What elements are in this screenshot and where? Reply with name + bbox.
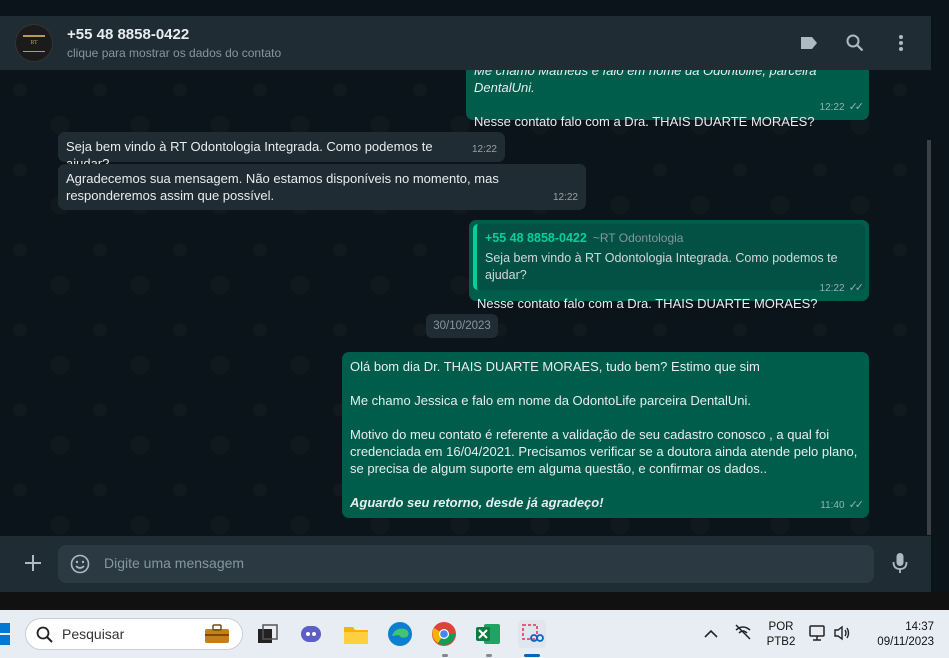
quoted-text: Seja bem vindo à RT Odontologia Integrad…	[485, 251, 838, 282]
file-explorer-icon[interactable]	[342, 620, 370, 648]
speaker-icon[interactable]	[833, 625, 851, 646]
snipping-tool-icon[interactable]	[518, 620, 546, 648]
window-top-strip	[0, 0, 949, 16]
message-time: 12:22 ✓✓	[819, 99, 865, 116]
search-icon[interactable]	[845, 33, 865, 53]
message-outgoing-reply[interactable]: +55 48 8858-0422 ~RT Odontologia Seja bem…	[469, 220, 869, 311]
teams-icon[interactable]	[298, 620, 326, 648]
double-check-icon: ✓✓	[848, 282, 865, 294]
date-separator: 30/10/2023	[426, 314, 498, 338]
message-incoming[interactable]: Agradecemos sua mensagem. Não estamos di…	[58, 164, 586, 210]
clock-time: 14:37	[905, 621, 934, 633]
taskbar-search[interactable]: Pesquisar	[25, 618, 243, 650]
time-text: 11:40	[820, 500, 845, 511]
message-time: 12:22 ✓✓	[819, 280, 865, 297]
scroll-track	[931, 70, 949, 536]
window-bottom-edge	[0, 592, 949, 610]
message-input[interactable]: Digite uma mensagem	[58, 545, 874, 583]
message-text-line: Nesse contato falo com a Dra. THAIS DUAR…	[474, 114, 815, 129]
network-offline-icon[interactable]	[734, 624, 752, 645]
keyboard-layout: PTB2	[766, 636, 796, 648]
quoted-author: +55 48 8858-0422	[485, 231, 587, 245]
header-actions	[799, 16, 911, 70]
double-check-icon: ✓✓	[848, 499, 865, 511]
message-time: 11:40 ✓✓	[820, 497, 865, 514]
message-paragraph: Motivo do meu contato é referente a vali…	[350, 427, 858, 476]
emoji-icon[interactable]	[70, 554, 90, 574]
message-composer: Digite uma mensagem	[0, 536, 931, 592]
chat-header[interactable]: RT +55 48 8858-0422 clique para mostrar …	[0, 16, 931, 70]
clock-date: 09/11/2023	[877, 636, 934, 648]
taskbar: Pesquisar POR PTB2 14:37 09/11/2023	[0, 610, 949, 658]
message-time: 12:22	[552, 192, 578, 203]
search-icon	[36, 626, 53, 648]
contact-name[interactable]: +55 48 8858-0422	[67, 26, 281, 43]
composer-edge	[931, 536, 949, 592]
chrome-icon[interactable]	[430, 620, 458, 648]
edge-icon[interactable]	[386, 620, 414, 648]
message-outgoing[interactable]: Olá bom dia Dr. THAIS DUARTE MORAES, tud…	[342, 352, 869, 518]
message-paragraph: Olá bom dia Dr. THAIS DUARTE MORAES, tud…	[350, 359, 760, 374]
scrollbar[interactable]	[927, 140, 931, 535]
message-incoming[interactable]: Seja bem vindo à RT Odontologia Integrad…	[58, 132, 505, 171]
chat-area[interactable]: Me chamo Matheus e falo em nome da Odont…	[0, 70, 931, 536]
quoted-message[interactable]: +55 48 8858-0422 ~RT Odontologia Seja bem…	[473, 224, 865, 290]
microphone-icon[interactable]	[890, 551, 910, 575]
excel-icon[interactable]	[474, 620, 502, 648]
time-text: 12:22	[819, 102, 845, 113]
attach-plus-icon[interactable]	[22, 552, 44, 574]
message-placeholder: Digite uma mensagem	[104, 555, 245, 571]
message-text-line: Me chamo Matheus e falo em nome da Odont…	[474, 70, 817, 95]
menu-icon[interactable]	[891, 33, 911, 53]
message-paragraph: Me chamo Jessica e falo em nome da Odont…	[350, 393, 752, 408]
message-text: Nesse contato falo com a Dra. THAIS DUAR…	[477, 296, 818, 311]
quoted-group: ~RT Odontologia	[592, 231, 684, 245]
message-outgoing[interactable]: Me chamo Matheus e falo em nome da Odont…	[466, 70, 869, 129]
contact-subtitle[interactable]: clique para mostrar os dados do contato	[67, 46, 281, 60]
contact-info[interactable]: +55 48 8858-0422 clique para mostrar os …	[67, 26, 281, 60]
language-indicator[interactable]: POR PTB2	[764, 620, 798, 650]
chevron-up-icon[interactable]	[704, 626, 718, 644]
start-icon[interactable]	[0, 623, 12, 645]
message-time: 12:22	[471, 144, 497, 155]
task-view-icon[interactable]	[254, 620, 282, 648]
label-icon[interactable]	[799, 33, 819, 53]
language-code: POR	[768, 621, 794, 633]
avatar[interactable]: RT	[15, 24, 53, 62]
briefcase-icon[interactable]	[204, 624, 230, 649]
double-check-icon: ✓✓	[848, 101, 865, 113]
running-indicator	[486, 654, 492, 657]
message-text: Agradecemos sua mensagem. Não estamos di…	[66, 171, 499, 203]
message-paragraph-bold: Aguardo seu retorno, desde já agradeço!	[350, 495, 604, 510]
running-indicator	[442, 654, 448, 657]
time-text: 12:22	[819, 283, 845, 294]
active-app-indicator	[524, 654, 540, 657]
search-placeholder: Pesquisar	[62, 626, 125, 642]
avatar-logo: RT	[23, 34, 45, 52]
monitor-icon[interactable]	[809, 624, 827, 647]
system-clock[interactable]: 14:37 09/11/2023	[864, 620, 934, 650]
